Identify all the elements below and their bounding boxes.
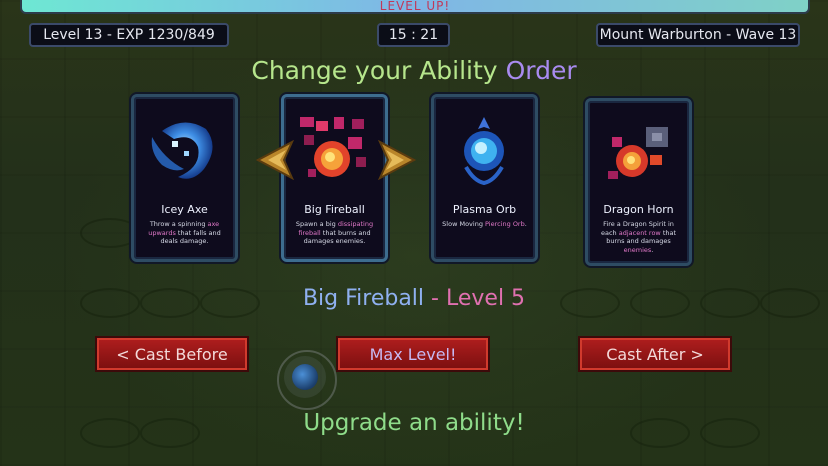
player-orb	[292, 364, 318, 390]
card-name: Icey Axe	[161, 203, 208, 216]
card-description: Slow Moving Piercing Orb.	[442, 220, 527, 228]
cast-before-button[interactable]: < Cast Before	[95, 336, 249, 372]
location-wave-panel: Mount Warburton - Wave 13	[596, 23, 800, 47]
title-part-2: Order	[505, 56, 577, 85]
plasma-orb-icon	[464, 117, 504, 186]
move-left-arrow-icon[interactable]	[256, 140, 294, 180]
card-description: Spawn a big dissipating fireball that bu…	[295, 220, 374, 245]
card-name: Big Fireball	[304, 203, 365, 216]
card-name: Plasma Orb	[452, 203, 517, 216]
card-name: Dragon Horn	[603, 203, 674, 216]
ability-card-dragon-horn[interactable]: Dragon Horn Fire a Dragon Spirit in each…	[585, 98, 692, 266]
ability-card-plasma-orb[interactable]: Plasma Orb Slow Moving Piercing Orb.	[431, 94, 538, 262]
move-right-arrow-icon[interactable]	[378, 140, 416, 180]
selected-ability-level: Big Fireball - Level 5	[0, 286, 828, 311]
ice-axe-icon	[151, 122, 213, 179]
ability-card-icey-axe[interactable]: Icey Axe Throw a spinning axe upwards th…	[131, 94, 238, 262]
dragon-horn-icon	[608, 127, 668, 179]
page-title: Change your Ability Order	[0, 56, 828, 85]
timer-text: 15 : 21	[388, 27, 439, 43]
timer-panel: 15 : 21	[377, 23, 450, 47]
level-up-label: LEVEL UP!	[379, 0, 451, 13]
location-wave-text: Mount Warburton - Wave 13	[599, 27, 797, 43]
selected-separator: -	[424, 286, 446, 311]
cast-after-label: Cast After >	[606, 344, 704, 364]
title-part-1: Change your Ability	[251, 56, 506, 85]
card-description: Fire a Dragon Spirit in each adjacent ro…	[600, 220, 677, 254]
level-up-bar: LEVEL UP!	[20, 0, 810, 14]
upgrade-prompt: Upgrade an ability!	[303, 410, 525, 436]
selected-level: Level 5	[445, 286, 526, 311]
max-level-button[interactable]: Max Level!	[336, 336, 490, 372]
max-level-label: Max Level!	[369, 344, 457, 364]
level-exp-text: Level 13 - EXP 1230/849	[43, 27, 215, 43]
cast-after-button[interactable]: Cast After >	[578, 336, 732, 372]
card-description: Throw a spinning axe upwards that falls …	[148, 220, 221, 245]
cast-before-label: < Cast Before	[116, 344, 228, 364]
ability-card-big-fireball[interactable]: Big Fireball Spawn a big dissipating fir…	[281, 94, 388, 262]
level-exp-panel: Level 13 - EXP 1230/849	[29, 23, 229, 47]
fireball-icon	[300, 117, 366, 177]
selected-ability-name: Big Fireball	[302, 286, 425, 311]
